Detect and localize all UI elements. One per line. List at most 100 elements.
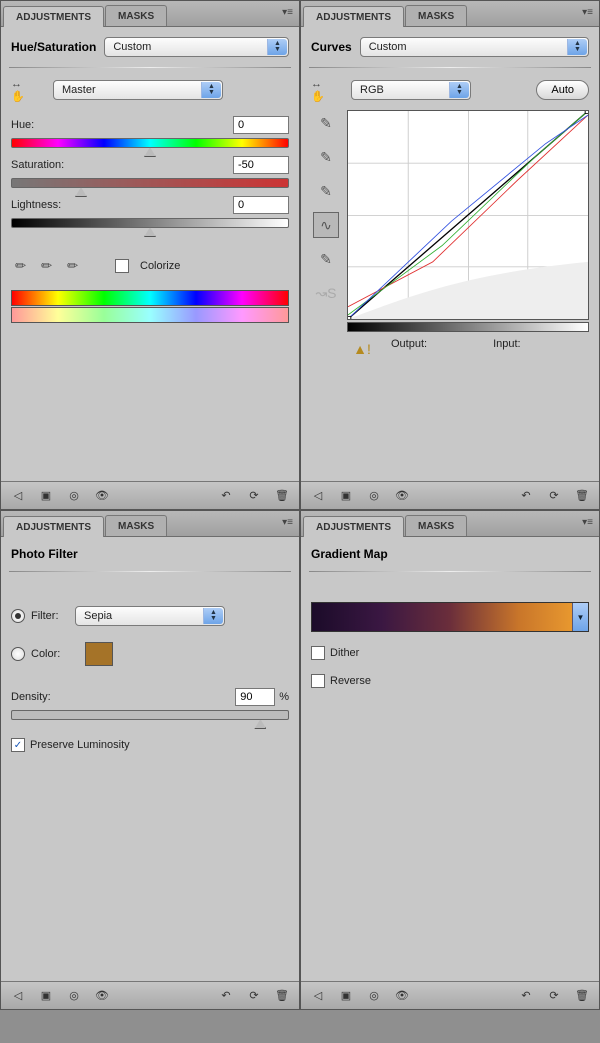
colorize-checkbox[interactable] <box>115 259 129 273</box>
clip-layer-icon[interactable]: ◎ <box>63 486 85 506</box>
tab-masks[interactable]: MASKS <box>105 5 167 26</box>
expanded-view-icon[interactable]: ▣ <box>35 986 57 1006</box>
panel-menu-icon[interactable]: ▾≡ <box>282 7 293 18</box>
reverse-checkbox[interactable] <box>311 674 325 688</box>
color-swatch[interactable] <box>85 642 113 666</box>
colorize-label: Colorize <box>140 260 180 272</box>
expanded-view-icon[interactable]: ▣ <box>335 486 357 506</box>
dither-checkbox[interactable] <box>311 646 325 660</box>
curves-graph[interactable] <box>347 110 589 320</box>
curve-point-tool-icon[interactable]: ∿ <box>313 212 339 238</box>
panel-menu-icon[interactable]: ▾≡ <box>582 7 593 18</box>
saturation-thumb[interactable] <box>75 187 87 197</box>
density-slider[interactable] <box>11 710 289 720</box>
preserve-luminosity-label: Preserve Luminosity <box>30 739 130 751</box>
reset-icon[interactable]: ⟳ <box>543 486 565 506</box>
scrubby-hand-icon[interactable]: ↔✋ <box>11 78 35 102</box>
hue-input[interactable]: 0 <box>233 116 289 134</box>
curves-channel-select[interactable]: RGB ▲▼ <box>351 80 471 100</box>
gradient-dropdown-icon[interactable]: ▼ <box>572 603 588 631</box>
select-arrows-icon: ▲▼ <box>201 82 221 98</box>
select-arrows-icon: ▲▼ <box>203 608 223 624</box>
back-icon[interactable]: ◁ <box>307 986 329 1006</box>
density-unit: % <box>279 691 289 703</box>
filter-radio[interactable] <box>11 609 25 623</box>
input-ramp[interactable] <box>347 322 589 332</box>
tab-masks[interactable]: MASKS <box>105 515 167 536</box>
hsl-preset-value: Custom <box>113 41 151 53</box>
smooth-tool-icon[interactable]: ↝Ѕ <box>313 280 339 306</box>
clip-layer-icon[interactable]: ◎ <box>363 986 385 1006</box>
filter-label: Filter: <box>31 610 75 622</box>
tab-masks[interactable]: MASKS <box>405 515 467 536</box>
clip-layer-icon[interactable]: ◎ <box>63 986 85 1006</box>
curves-preset-select[interactable]: Custom ▲▼ <box>360 37 589 57</box>
eyedropper-black-icon[interactable]: ✎ <box>313 110 339 136</box>
lightness-slider[interactable] <box>11 218 289 228</box>
expanded-view-icon[interactable]: ▣ <box>35 486 57 506</box>
toggle-visibility-icon[interactable]: 👁 <box>91 486 113 506</box>
saturation-label: Saturation: <box>11 159 64 171</box>
eyedropper-subtract-icon[interactable]: ✎ <box>59 252 87 280</box>
preserve-luminosity-checkbox[interactable]: ✓ <box>11 738 25 752</box>
hsl-preset-select[interactable]: Custom ▲▼ <box>104 37 289 57</box>
expanded-view-icon[interactable]: ▣ <box>335 986 357 1006</box>
hsl-channel-select[interactable]: Master ▲▼ <box>53 80 223 100</box>
scrubby-hand-icon[interactable]: ↔✋ <box>311 78 335 102</box>
photo-filter-panel: ADJUSTMENTS MASKS ▾≡ Photo Filter Filter… <box>0 510 300 1010</box>
tab-adjustments[interactable]: ADJUSTMENTS <box>303 6 404 27</box>
trash-icon[interactable]: 🗑 <box>271 986 293 1006</box>
hue-slider[interactable] <box>11 138 289 148</box>
reset-icon[interactable]: ⟳ <box>243 486 265 506</box>
filter-select[interactable]: Sepia ▲▼ <box>75 606 225 626</box>
density-thumb[interactable] <box>254 719 266 729</box>
lightness-label: Lightness: <box>11 199 61 211</box>
curves-channel-value: RGB <box>360 84 384 96</box>
previous-state-icon[interactable]: ↶ <box>515 986 537 1006</box>
toggle-visibility-icon[interactable]: 👁 <box>391 486 413 506</box>
filter-value: Sepia <box>84 610 112 622</box>
tab-masks[interactable]: MASKS <box>405 5 467 26</box>
density-input[interactable]: 90 <box>235 688 275 706</box>
auto-button[interactable]: Auto <box>536 80 589 100</box>
reverse-label: Reverse <box>330 675 371 687</box>
hue-thumb[interactable] <box>144 147 156 157</box>
panel-menu-icon[interactable]: ▾≡ <box>282 517 293 528</box>
select-arrows-icon: ▲▼ <box>449 82 469 98</box>
toggle-visibility-icon[interactable]: 👁 <box>391 986 413 1006</box>
trash-icon[interactable]: 🗑 <box>271 486 293 506</box>
reset-icon[interactable]: ⟳ <box>543 986 565 1006</box>
previous-state-icon[interactable]: ↶ <box>215 486 237 506</box>
tab-adjustments[interactable]: ADJUSTMENTS <box>3 516 104 537</box>
pencil-tool-icon[interactable]: ✎ <box>313 246 339 272</box>
eyedropper-add-icon[interactable]: ✎ <box>33 252 61 280</box>
reset-icon[interactable]: ⟳ <box>243 986 265 1006</box>
panel-menu-icon[interactable]: ▾≡ <box>582 517 593 528</box>
previous-state-icon[interactable]: ↶ <box>515 486 537 506</box>
tab-adjustments[interactable]: ADJUSTMENTS <box>3 6 104 27</box>
color-radio[interactable] <box>11 647 25 661</box>
lightness-input[interactable]: 0 <box>233 196 289 214</box>
eyedropper-white-icon[interactable]: ✎ <box>313 178 339 204</box>
clip-warning-icon[interactable]: ▲! <box>351 338 373 360</box>
eyedropper-gray-icon[interactable]: ✎ <box>313 144 339 170</box>
clip-layer-icon[interactable]: ◎ <box>363 486 385 506</box>
lightness-thumb[interactable] <box>144 227 156 237</box>
back-icon[interactable]: ◁ <box>307 486 329 506</box>
tab-adjustments[interactable]: ADJUSTMENTS <box>303 516 404 537</box>
back-icon[interactable]: ◁ <box>7 486 29 506</box>
toggle-visibility-icon[interactable]: 👁 <box>91 986 113 1006</box>
photo-filter-title: Photo Filter <box>11 547 78 561</box>
trash-icon[interactable]: 🗑 <box>571 486 593 506</box>
trash-icon[interactable]: 🗑 <box>571 986 593 1006</box>
back-icon[interactable]: ◁ <box>7 986 29 1006</box>
saturation-slider[interactable] <box>11 178 289 188</box>
gradient-bar[interactable]: ▼ <box>311 602 589 632</box>
dither-label: Dither <box>330 647 359 659</box>
previous-state-icon[interactable]: ↶ <box>215 986 237 1006</box>
hsl-channel-value: Master <box>62 84 96 96</box>
eyedropper-icon[interactable]: ✎ <box>7 252 35 280</box>
panel-tabs: ADJUSTMENTS MASKS ▾≡ <box>1 1 299 27</box>
gradient-map-title: Gradient Map <box>311 547 388 561</box>
saturation-input[interactable]: -50 <box>233 156 289 174</box>
